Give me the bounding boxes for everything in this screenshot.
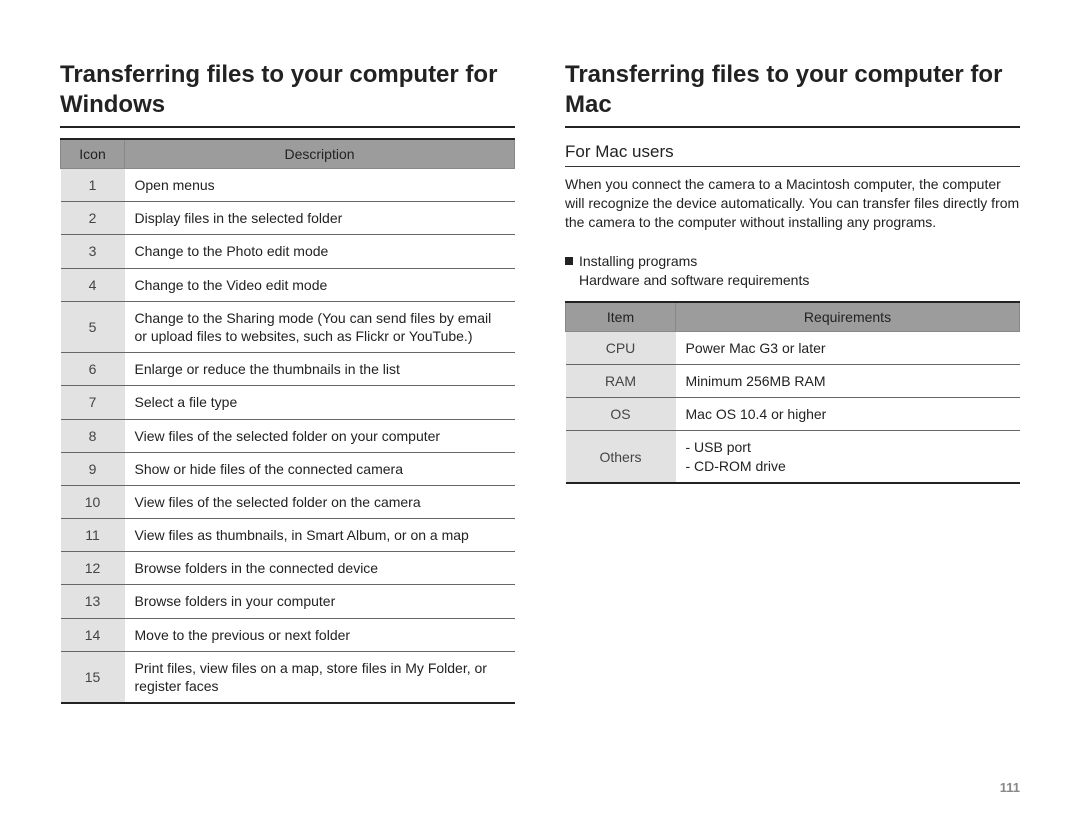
icon-cell: 8 — [61, 419, 125, 452]
description-cell: Browse folders in the connected device — [125, 552, 515, 585]
icon-cell: 9 — [61, 452, 125, 485]
requirement-cell: Mac OS 10.4 or higher — [676, 398, 1020, 431]
description-cell: Select a file type — [125, 386, 515, 419]
bullet-line2: Hardware and software requirements — [579, 271, 809, 291]
table-row: 3Change to the Photo edit mode — [61, 235, 515, 268]
description-cell: Change to the Photo edit mode — [125, 235, 515, 268]
table-row: 11View files as thumbnails, in Smart Alb… — [61, 519, 515, 552]
requirement-cell: - USB port - CD-ROM drive — [676, 431, 1020, 483]
item-cell: CPU — [566, 331, 676, 364]
square-bullet-icon — [565, 257, 573, 265]
table-row: 14Move to the previous or next folder — [61, 618, 515, 651]
left-title: Transferring files to your computer for … — [60, 60, 515, 128]
table-row: 5Change to the Sharing mode (You can sen… — [61, 301, 515, 352]
mac-subheading: For Mac users — [565, 142, 1020, 167]
mac-paragraph: When you connect the camera to a Macinto… — [565, 175, 1020, 232]
table-row: 12Browse folders in the connected device — [61, 552, 515, 585]
table-row: OSMac OS 10.4 or higher — [566, 398, 1020, 431]
requirement-cell: Power Mac G3 or later — [676, 331, 1020, 364]
description-cell: Show or hide files of the connected came… — [125, 452, 515, 485]
description-cell: Change to the Sharing mode (You can send… — [125, 301, 515, 352]
right-column: Transferring files to your computer for … — [565, 60, 1020, 785]
description-cell: View files as thumbnails, in Smart Album… — [125, 519, 515, 552]
description-cell: Display files in the selected folder — [125, 202, 515, 235]
table-row: RAMMinimum 256MB RAM — [566, 365, 1020, 398]
table-row: CPUPower Mac G3 or later — [566, 331, 1020, 364]
table-row: 15Print files, view files on a map, stor… — [61, 651, 515, 703]
table-row: 2Display files in the selected folder — [61, 202, 515, 235]
left-column: Transferring files to your computer for … — [60, 60, 515, 785]
icon-cell: 3 — [61, 235, 125, 268]
description-cell: View files of the selected folder on you… — [125, 419, 515, 452]
icon-cell: 11 — [61, 519, 125, 552]
description-cell: Print files, view files on a map, store … — [125, 651, 515, 703]
icon-cell: 13 — [61, 585, 125, 618]
icon-cell: 2 — [61, 202, 125, 235]
icon-cell: 12 — [61, 552, 125, 585]
icon-cell: 6 — [61, 353, 125, 386]
requirements-table: Item Requirements CPUPower Mac G3 or lat… — [565, 301, 1020, 484]
icon-cell: 5 — [61, 301, 125, 352]
icon-cell: 1 — [61, 169, 125, 202]
icon-cell: 15 — [61, 651, 125, 703]
icon-description-table: Icon Description 1Open menus2Display fil… — [60, 138, 515, 704]
table-row: 4Change to the Video edit mode — [61, 268, 515, 301]
item-cell: RAM — [566, 365, 676, 398]
description-cell: Enlarge or reduce the thumbnails in the … — [125, 353, 515, 386]
description-cell: View files of the selected folder on the… — [125, 485, 515, 518]
description-cell: Move to the previous or next folder — [125, 618, 515, 651]
install-programs-bullet: Installing programs Hardware and softwar… — [565, 252, 1020, 291]
requirement-cell: Minimum 256MB RAM — [676, 365, 1020, 398]
th-icon: Icon — [61, 139, 125, 169]
table-row: Others- USB port - CD-ROM drive — [566, 431, 1020, 483]
icon-cell: 7 — [61, 386, 125, 419]
th-requirements: Requirements — [676, 302, 1020, 332]
description-cell: Browse folders in your computer — [125, 585, 515, 618]
description-cell: Change to the Video edit mode — [125, 268, 515, 301]
description-cell: Open menus — [125, 169, 515, 202]
item-cell: Others — [566, 431, 676, 483]
icon-cell: 10 — [61, 485, 125, 518]
right-title: Transferring files to your computer for … — [565, 60, 1020, 128]
page-number: 111 — [1000, 780, 1020, 795]
th-description: Description — [125, 139, 515, 169]
item-cell: OS — [566, 398, 676, 431]
table-row: 9Show or hide files of the connected cam… — [61, 452, 515, 485]
icon-cell: 14 — [61, 618, 125, 651]
table-row: 1Open menus — [61, 169, 515, 202]
table-row: 7Select a file type — [61, 386, 515, 419]
bullet-line1: Installing programs — [579, 253, 697, 269]
table-row: 13Browse folders in your computer — [61, 585, 515, 618]
table-row: 10View files of the selected folder on t… — [61, 485, 515, 518]
table-row: 6Enlarge or reduce the thumbnails in the… — [61, 353, 515, 386]
icon-cell: 4 — [61, 268, 125, 301]
th-item: Item — [566, 302, 676, 332]
table-row: 8View files of the selected folder on yo… — [61, 419, 515, 452]
